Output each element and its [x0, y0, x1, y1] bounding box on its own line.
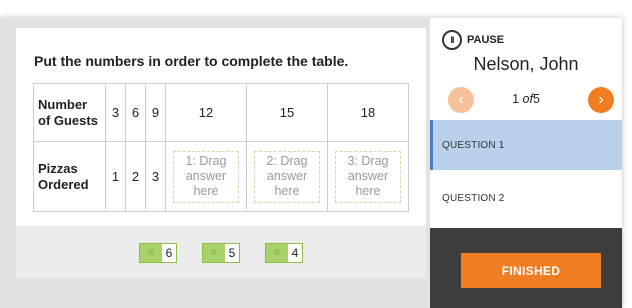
counter-current: 1 — [512, 92, 520, 106]
answer-chip-value: 6 — [165, 246, 173, 260]
table-row: Pizzas Ordered 1 2 3 1: Drag answer here… — [33, 141, 409, 212]
table-cell: 2: Drag answer here — [246, 141, 328, 212]
table-row: Number of Guests 3 6 9 12 15 18 — [33, 83, 409, 142]
row-header-guests: Number of Guests — [33, 83, 106, 142]
table-cell: 3 — [105, 83, 126, 142]
table-cell: 6 — [125, 83, 146, 142]
question-navigator: ‹ 1 of5 › — [430, 87, 622, 113]
answer-chip-value: 5 — [228, 246, 236, 260]
pause-label: PAUSE — [467, 34, 505, 46]
answer-tray: ≡ 6 ≡ 5 ≡ 4 — [16, 226, 426, 278]
next-question-button[interactable]: › — [588, 87, 614, 113]
question-table: Number of Guests 3 6 9 12 15 18 Pizzas O… — [33, 83, 409, 212]
counter-of: of — [522, 92, 533, 106]
question-prompt: Put the numbers in order to complete the… — [34, 53, 349, 69]
question-list-item-2[interactable]: QUESTION 2 — [430, 173, 622, 223]
table-cell: 9 — [145, 83, 166, 142]
counter-total: 5 — [532, 92, 540, 106]
chevron-right-icon: › — [598, 91, 604, 108]
row-header-pizzas: Pizzas Ordered — [33, 141, 106, 212]
dropzone-3[interactable]: 3: Drag answer here — [335, 150, 401, 203]
answer-chip[interactable]: ≡ 6 — [139, 243, 177, 263]
answer-chip[interactable]: ≡ 4 — [265, 243, 303, 263]
footer-panel: FINISHED — [430, 228, 622, 308]
table-cell: 18 — [327, 83, 409, 142]
pause-circle-icon: II — [442, 30, 462, 50]
question-counter: 1 of5 — [490, 92, 562, 106]
finished-button[interactable]: FINISHED — [461, 253, 601, 288]
answer-chip-value: 4 — [291, 246, 299, 260]
table-cell: 2 — [125, 141, 146, 212]
table-cell: 1: Drag answer here — [165, 141, 247, 212]
drag-grip-icon: ≡ — [203, 244, 225, 262]
answer-chip[interactable]: ≡ 5 — [202, 243, 240, 263]
prev-question-button[interactable]: ‹ — [448, 87, 474, 113]
drag-grip-icon: ≡ — [266, 244, 288, 262]
table-cell: 1 — [105, 141, 126, 212]
table-cell: 12 — [165, 83, 247, 142]
table-cell: 15 — [246, 83, 328, 142]
student-name: Nelson, John — [473, 54, 579, 74]
sidebar: II PAUSE Nelson, John ‹ 1 of5 › QUESTION… — [430, 18, 622, 308]
chevron-left-icon: ‹ — [458, 91, 464, 108]
drag-grip-icon: ≡ — [140, 244, 162, 262]
question-list-item-1[interactable]: QUESTION 1 — [430, 120, 622, 170]
table-cell: 3: Drag answer here — [327, 141, 409, 212]
app-frame: Put the numbers in order to complete the… — [0, 0, 632, 308]
dropzone-1[interactable]: 1: Drag answer here — [173, 150, 239, 203]
pause-button[interactable]: II PAUSE — [442, 30, 504, 50]
dropzone-2[interactable]: 2: Drag answer here — [254, 150, 320, 203]
table-cell: 3 — [145, 141, 166, 212]
